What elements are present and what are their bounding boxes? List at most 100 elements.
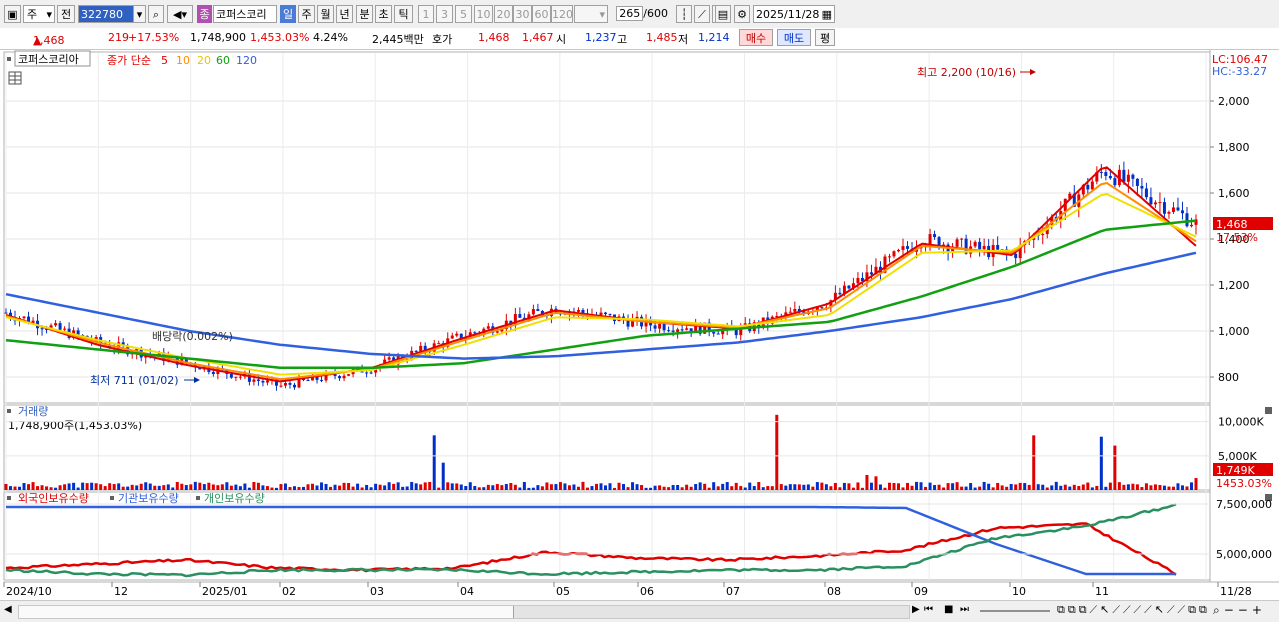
volume-bar	[148, 483, 152, 490]
period-prefix-select[interactable]: 주 ▾	[23, 5, 55, 23]
volume-bar	[1149, 485, 1153, 490]
volume-bar	[320, 482, 324, 490]
change-value: 219	[108, 31, 129, 44]
volume-bar	[383, 485, 387, 490]
candle-body	[1162, 202, 1166, 214]
volume-bar	[292, 486, 296, 490]
volume-bar	[1104, 486, 1108, 490]
candle-body	[973, 241, 977, 247]
drawing-tools-icons[interactable]: ⧉⧉⧉⟋↖⟋⟋⟋⟋↖⟋⟋⧉⧉	[1057, 603, 1210, 617]
volume-bar	[126, 486, 130, 490]
volume-bar	[1054, 481, 1058, 490]
zoom-slider[interactable]	[980, 610, 1050, 612]
period-month-tab[interactable]: 월	[317, 5, 334, 23]
period-second-tab[interactable]: 초	[375, 5, 392, 23]
save-icon[interactable]: ▤	[715, 5, 731, 23]
period-week-tab[interactable]: 주	[298, 5, 315, 23]
calendar-icon[interactable]: ▦	[822, 6, 832, 22]
volume-bar	[933, 485, 937, 490]
volume-bar	[374, 483, 378, 490]
volume-bar	[676, 485, 680, 490]
candle-icon[interactable]: ┆	[676, 5, 692, 23]
stop-icon[interactable]: ■	[944, 604, 953, 615]
interval-1[interactable]: 1	[418, 5, 434, 23]
candle-body	[22, 316, 26, 319]
all-button[interactable]: 전	[57, 5, 75, 23]
volume-bar	[685, 484, 689, 490]
chart-svg[interactable]: 코퍼스코리아 종가 단순 5 10 20 60 120 LC:106.47 HC…	[0, 50, 1279, 600]
volume-bar	[978, 486, 982, 490]
interval-20[interactable]: 20	[494, 5, 513, 23]
volume-bar	[617, 482, 621, 490]
candle-body	[712, 331, 716, 334]
scrollbar-track[interactable]	[18, 605, 910, 619]
candle-body	[716, 333, 720, 335]
volume-bar	[631, 482, 635, 490]
candle-body	[1144, 188, 1148, 198]
search-icon[interactable]: ⌕	[148, 5, 164, 23]
volume-bar	[1036, 484, 1040, 490]
volume-bar	[1153, 484, 1157, 490]
volume-bar	[1194, 478, 1198, 490]
volume-bar	[793, 484, 797, 490]
zoom-controls-icon[interactable]: ⌕−−+	[1213, 603, 1266, 618]
scroll-right-icon[interactable]: ▶	[912, 604, 920, 615]
volume-bar	[969, 483, 973, 490]
interval-custom-select[interactable]: ▾	[574, 5, 608, 23]
volume-bar	[779, 484, 783, 490]
stock-name-field[interactable]: 코퍼스코리	[213, 5, 277, 23]
chevron-down-icon[interactable]: ▾	[133, 5, 146, 23]
volume-bar	[198, 482, 202, 490]
period-day-tab[interactable]: 일	[280, 5, 296, 23]
interval-10[interactable]: 10	[474, 5, 493, 23]
rewind-icon[interactable]: ⏮	[924, 604, 933, 615]
candle-body	[288, 383, 292, 385]
volume-bar	[1050, 485, 1054, 490]
date-input[interactable]: 2025/11/28 ▦	[753, 5, 835, 23]
volume-bar	[626, 487, 630, 490]
volume-bar	[495, 484, 499, 490]
stock-code-input[interactable]: 322780	[78, 5, 134, 23]
volume-bar	[622, 484, 626, 490]
x-axis-label: 03	[370, 585, 384, 598]
volume-bar	[67, 483, 71, 490]
scrollbar-thumb[interactable]	[513, 606, 909, 618]
interval-30[interactable]: 30	[513, 5, 532, 23]
volume-bar	[139, 483, 143, 490]
chart-area[interactable]: 코퍼스코리아 종가 단순 5 10 20 60 120 LC:106.47 HC…	[0, 50, 1279, 600]
interval-3[interactable]: 3	[436, 5, 453, 23]
volume-bar	[247, 487, 251, 490]
candle-body	[856, 278, 860, 284]
volume-bar	[270, 487, 274, 490]
avg-button[interactable]: 평	[815, 29, 835, 46]
candle-body	[419, 345, 423, 352]
candle-body	[685, 328, 689, 330]
panel-close-icon[interactable]	[1265, 407, 1272, 414]
candle-body	[1113, 178, 1117, 186]
window-icon[interactable]: ▣	[4, 5, 21, 23]
period-tick-tab[interactable]: 틱	[394, 5, 413, 23]
volume-bar	[1018, 482, 1022, 490]
gear-icon[interactable]: ⚙	[734, 5, 750, 23]
data-count-value[interactable]: 265	[616, 6, 644, 21]
period-minute-tab[interactable]: 분	[356, 5, 373, 23]
price-y-tick: 800	[1218, 371, 1239, 384]
period-year-tab[interactable]: 년	[336, 5, 353, 23]
foreign-holdings-legend: 외국인보유수량	[18, 492, 89, 505]
draw-line-icon[interactable]: ⟋	[694, 5, 710, 23]
volume-bar	[527, 487, 531, 490]
buy-button[interactable]: 매수	[739, 29, 773, 46]
interval-60[interactable]: 60	[532, 5, 551, 23]
scroll-left-icon[interactable]: ◀	[4, 604, 14, 618]
interval-5[interactable]: 5	[455, 5, 472, 23]
volume-bar	[378, 484, 382, 490]
interval-120[interactable]: 120	[551, 5, 573, 23]
forward-icon[interactable]: ⏭	[960, 604, 969, 615]
volume-bar	[360, 487, 364, 490]
last-volume-label: 1,749K	[1216, 464, 1255, 477]
speaker-icon[interactable]: ◀▾	[167, 5, 193, 23]
volume-bar	[766, 486, 770, 490]
sell-button[interactable]: 매도	[777, 29, 811, 46]
volume-bar	[662, 486, 666, 490]
candle-body	[1131, 174, 1135, 179]
